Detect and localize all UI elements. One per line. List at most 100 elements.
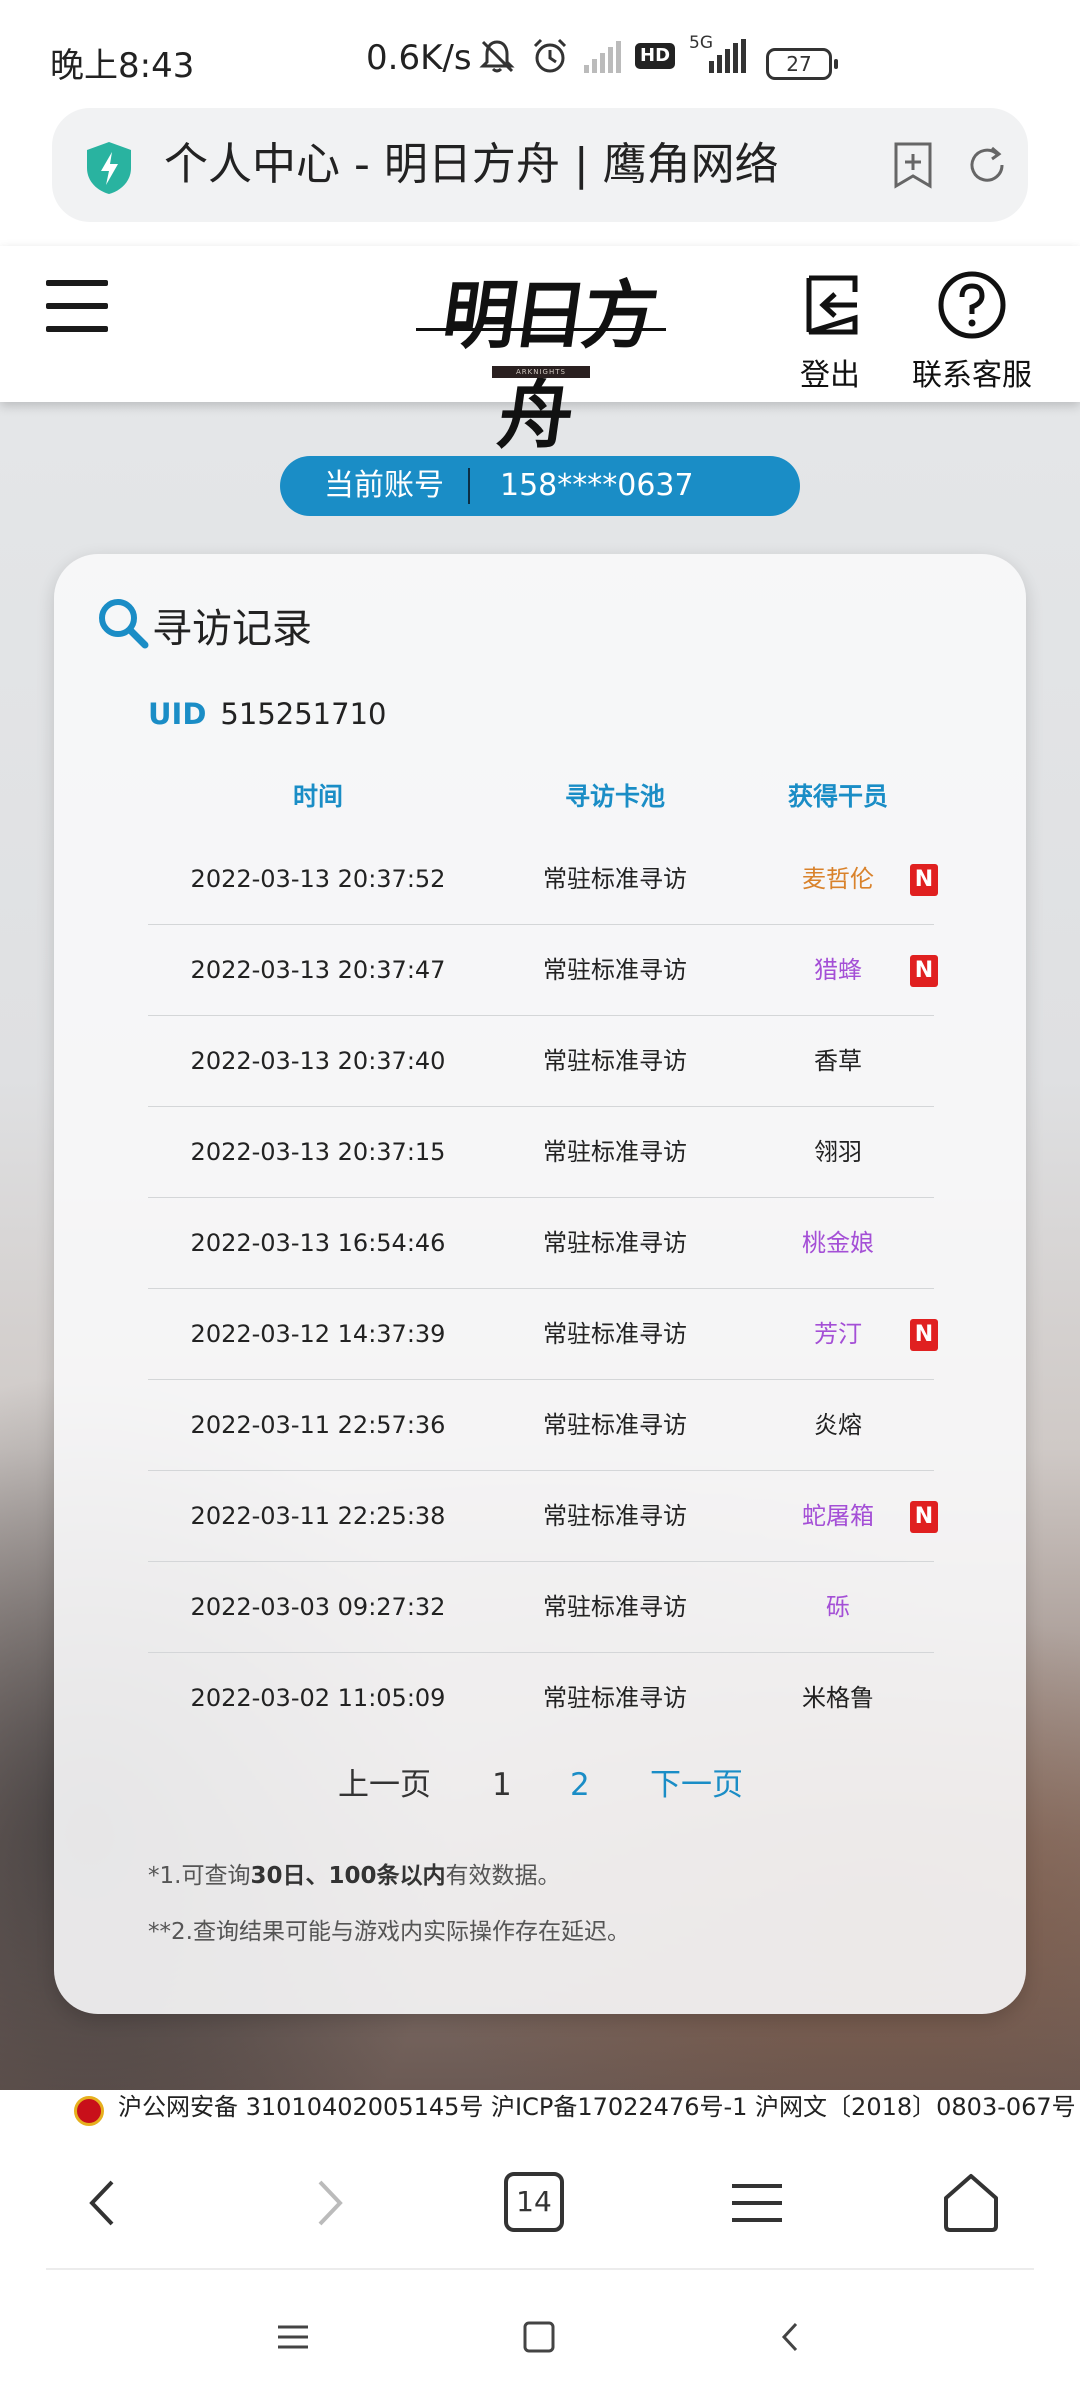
system-back-icon[interactable]: [766, 2312, 816, 2362]
cell-pool: 常驻标准寻访: [543, 1684, 687, 1712]
new-badge: N: [910, 864, 938, 896]
operator-name: 桃金娘: [802, 1229, 874, 1257]
cell-operator: 蛇屠箱 N: [742, 1471, 938, 1562]
record-table: 2022-03-13 20:37:52 常驻标准寻访 麦哲伦 N 2022-03-13 …: [148, 834, 938, 1744]
cell-time: 2022-03-11 22:25:38: [190, 1502, 446, 1530]
operator-name: 麦哲伦: [802, 865, 874, 893]
add-bookmark-icon[interactable]: [888, 140, 938, 190]
status-time: 晚上8:43: [50, 46, 195, 86]
cell-operator: 炎熔: [742, 1380, 934, 1471]
recent-apps-icon[interactable]: [268, 2312, 318, 2362]
logout-icon: [806, 275, 858, 335]
cell-pool: 常驻标准寻访: [543, 1138, 687, 1166]
table-row: 2022-03-11 22:25:38 常驻标准寻访 蛇屠箱 N: [148, 1471, 938, 1562]
forward-icon[interactable]: [292, 2168, 362, 2238]
tabs-button[interactable]: 14: [504, 2172, 564, 2232]
table-row: 2022-03-13 20:37:47 常驻标准寻访 猎蜂 N: [148, 925, 938, 1016]
cell-operator: 香草: [742, 1016, 934, 1107]
cell-operator: 麦哲伦 N: [742, 834, 938, 925]
table-row: 2022-03-13 20:37:40 常驻标准寻访 香草: [148, 1016, 934, 1107]
pagination: 上一页 1 2 下一页: [54, 1760, 1026, 1810]
help-icon: [938, 271, 1006, 339]
logout-label: 登出: [800, 358, 860, 393]
cell-operator: 砾: [742, 1562, 934, 1653]
network-type-label: 5G: [689, 33, 714, 53]
column-header-operator: 获得干员: [787, 782, 888, 811]
address-bar[interactable]: 个人中心 - 明日方舟 | 鹰角网络: [52, 108, 1028, 222]
battery-icon: 27: [766, 48, 838, 80]
status-bar: 晚上8:43 0.6K/s HD 5G 27: [0, 0, 1080, 100]
note-1-bold: 30日、100条以内: [250, 1863, 446, 1889]
cell-pool: 常驻标准寻访: [543, 1320, 687, 1348]
menu-lines-icon[interactable]: [722, 2168, 792, 2238]
uid-label: UID: [148, 697, 207, 731]
hd-badge: HD: [635, 43, 676, 69]
support-label: 联系客服: [912, 358, 1032, 393]
cell-time: 2022-03-13 20:37:15: [190, 1138, 446, 1166]
refresh-icon[interactable]: [962, 140, 1012, 190]
site-footer: 沪公网安备 31010402005145号 沪ICP备17022476号-1 沪…: [0, 2090, 1080, 2128]
table-row: 2022-03-11 22:57:36 常驻标准寻访 炎熔: [148, 1380, 934, 1471]
cell-time: 2022-03-13 20:37:52: [190, 865, 446, 893]
logout-button[interactable]: 登出: [784, 270, 876, 394]
browser-nav-bar: 14: [0, 2128, 1080, 2268]
site-header: 明日方舟 ARKNIGHTS 登出 联系客服: [0, 246, 1080, 459]
cell-time: 2022-03-02 11:05:09: [190, 1684, 446, 1712]
cell-operator: 芳汀 N: [742, 1289, 938, 1380]
cell-operator: 猎蜂 N: [742, 925, 938, 1016]
cell-time: 2022-03-11 22:57:36: [190, 1411, 446, 1439]
cell-time: 2022-03-12 14:37:39: [190, 1320, 446, 1348]
status-icons: HD 5G: [478, 33, 747, 76]
cell-operator: 桃金娘: [742, 1198, 934, 1289]
operator-name: 砾: [826, 1593, 850, 1621]
page-title[interactable]: 个人中心 - 明日方舟 | 鹰角网络: [164, 134, 844, 196]
mute-bell-icon: [479, 40, 515, 73]
operator-name: 炎熔: [814, 1411, 862, 1439]
table-row: 2022-03-13 20:37:15 常驻标准寻访 翎羽: [148, 1107, 934, 1198]
cell-time: 2022-03-13 20:37:40: [190, 1047, 446, 1075]
note-2: **2.查询结果可能与游戏内实际操作存在延迟。: [148, 1919, 630, 1945]
cell-pool: 常驻标准寻访: [543, 1502, 687, 1530]
page-1-button[interactable]: 1: [492, 1760, 512, 1810]
footer-licenses[interactable]: 沪公网安备 31010402005145号 沪ICP备17022476号-1 沪…: [118, 2092, 1076, 2122]
table-row: 2022-03-03 09:27:32 常驻标准寻访 砾: [148, 1562, 934, 1653]
site-logo[interactable]: 明日方舟 ARKNIGHTS: [416, 266, 666, 459]
gacha-record-card: 寻访记录 UID 515251710 时间 寻访卡池 获得干员 2022-03-1…: [54, 554, 1026, 2014]
logo-subtext: ARKNIGHTS: [492, 366, 590, 378]
table-row: 2022-03-02 11:05:09 常驻标准寻访 米格鲁: [148, 1653, 934, 1744]
back-icon[interactable]: [70, 2168, 140, 2238]
note-1-prefix: *1.可查询: [148, 1863, 251, 1889]
next-page-button[interactable]: 下一页: [650, 1760, 743, 1810]
logo-underline: [416, 328, 666, 331]
column-header-pool: 寻访卡池: [564, 782, 665, 811]
home-icon[interactable]: [936, 2168, 1006, 2238]
column-header-time: 时间: [292, 782, 343, 811]
cell-operator: 翎羽: [742, 1107, 934, 1198]
table-row: 2022-03-13 16:54:46 常驻标准寻访 桃金娘: [148, 1198, 934, 1289]
cell-time: 2022-03-13 20:37:47: [190, 956, 446, 984]
page-2-button[interactable]: 2: [570, 1760, 590, 1810]
menu-icon[interactable]: [46, 280, 108, 332]
alarm-icon: [533, 38, 567, 73]
operator-name: 猎蜂: [814, 956, 862, 984]
cell-pool: 常驻标准寻访: [543, 1411, 687, 1439]
shield-icon[interactable]: [84, 140, 134, 196]
operator-name: 蛇屠箱: [802, 1502, 874, 1530]
table-header: 时间 寻访卡池 获得干员: [148, 772, 934, 822]
cell-pool: 常驻标准寻访: [543, 956, 687, 984]
home-square-icon[interactable]: [514, 2312, 564, 2362]
table-row: 2022-03-12 14:37:39 常驻标准寻访 芳汀 N: [148, 1289, 938, 1380]
account-divider: [468, 468, 470, 504]
search-icon: [99, 599, 149, 649]
table-row: 2022-03-13 20:37:52 常驻标准寻访 麦哲伦 N: [148, 834, 938, 925]
prev-page-button[interactable]: 上一页: [338, 1760, 431, 1810]
note-1-suffix: 有效数据。: [445, 1863, 561, 1889]
police-emblem-icon: [74, 2096, 104, 2126]
operator-name: 米格鲁: [802, 1684, 874, 1712]
cell-pool: 常驻标准寻访: [543, 865, 687, 893]
cell-pool: 常驻标准寻访: [543, 1047, 687, 1075]
new-badge: N: [910, 1319, 938, 1351]
cell-pool: 常驻标准寻访: [543, 1229, 687, 1257]
support-button[interactable]: 联系客服: [906, 270, 1038, 394]
browser-toolbar: 个人中心 - 明日方舟 | 鹰角网络: [0, 100, 1080, 246]
